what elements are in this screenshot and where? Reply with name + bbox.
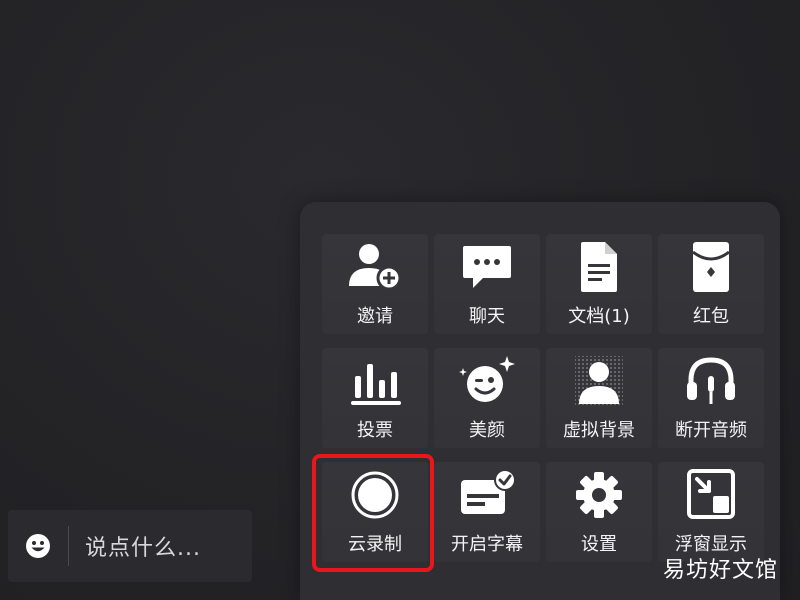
invite-label: 邀请 xyxy=(357,306,393,327)
cloud-record-label: 云录制 xyxy=(348,534,402,555)
document-button[interactable]: 文档(1) xyxy=(546,234,652,334)
document-icon xyxy=(569,240,629,294)
subtitles-icon xyxy=(457,468,517,522)
disconnect-audio-button[interactable]: 断开音频 xyxy=(658,348,764,448)
virtual-background-icon xyxy=(569,354,629,408)
invite-button[interactable]: 邀请 xyxy=(322,234,428,334)
virtual-background-button[interactable]: 虚拟背景 xyxy=(546,348,652,448)
vote-button[interactable]: 投票 xyxy=(322,348,428,448)
red-packet-icon xyxy=(681,240,741,294)
beauty-label: 美颜 xyxy=(469,420,505,441)
chat-divider xyxy=(68,526,69,566)
floating-window-icon xyxy=(681,468,741,522)
beauty-face-icon xyxy=(457,354,517,408)
actions-grid: 邀请 聊天 文档(1) 红包 投票 美颜 虚拟背景 断开音频 云录制 开启字幕 … xyxy=(312,234,764,572)
settings-label: 设置 xyxy=(581,534,617,555)
chat-bubble-icon xyxy=(457,240,517,294)
beauty-button[interactable]: 美颜 xyxy=(434,348,540,448)
disconnect-audio-label: 断开音频 xyxy=(675,420,747,441)
more-actions-panel: 邀请 聊天 文档(1) 红包 投票 美颜 虚拟背景 断开音频 云录制 开启字幕 … xyxy=(300,202,780,600)
chat-label: 聊天 xyxy=(469,306,505,327)
gear-icon xyxy=(569,468,629,522)
record-icon xyxy=(345,468,405,522)
floating-window-button[interactable]: 浮窗显示 xyxy=(658,462,764,562)
red-packet-button[interactable]: 红包 xyxy=(658,234,764,334)
vote-bars-icon xyxy=(345,354,405,408)
chat-button[interactable]: 聊天 xyxy=(434,234,540,334)
watermark-text: 易坊好文馆 xyxy=(662,558,778,583)
headphones-icon xyxy=(681,354,741,408)
meeting-screen: 说点什么... 邀请 聊天 文档(1) 红包 投票 美颜 虚拟背景 断开音频 云… xyxy=(0,0,800,600)
document-label: 文档(1) xyxy=(568,306,630,327)
subtitles-button[interactable]: 开启字幕 xyxy=(434,462,540,562)
invite-user-icon xyxy=(345,240,405,294)
cloud-record-button[interactable]: 云录制 xyxy=(312,454,434,572)
vote-label: 投票 xyxy=(357,420,393,441)
subtitles-label: 开启字幕 xyxy=(451,534,523,555)
virtual-background-label: 虚拟背景 xyxy=(563,420,635,441)
chat-input-bar[interactable]: 说点什么... xyxy=(8,510,252,582)
red-packet-label: 红包 xyxy=(693,306,729,327)
chat-input-placeholder[interactable]: 说点什么... xyxy=(85,530,201,562)
smiley-icon[interactable] xyxy=(24,532,52,560)
settings-button[interactable]: 设置 xyxy=(546,462,652,562)
